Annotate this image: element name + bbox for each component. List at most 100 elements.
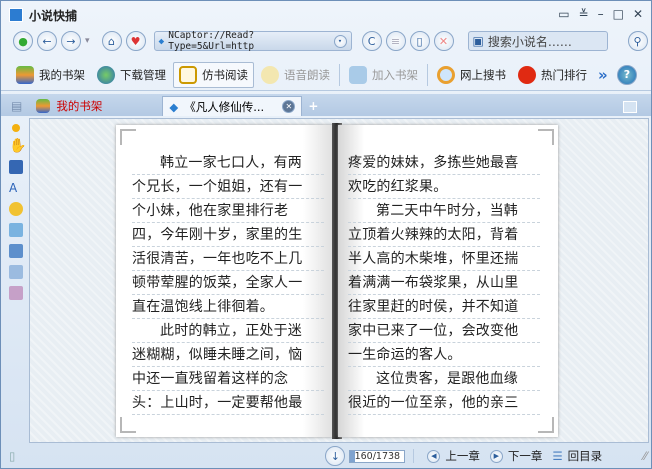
text-line: 第二天中午时分，当韩	[348, 199, 540, 223]
title-bar: 小说快捕 ▭ ≚ – □ ✕	[1, 1, 651, 29]
font-icon[interactable]: A	[9, 181, 23, 195]
bookshelf-icon	[16, 65, 34, 84]
corner-ornament	[120, 417, 136, 433]
text-line: 立顶着火辣辣的太阳，背着	[348, 223, 540, 247]
text-line: 一生命运的客人。	[348, 343, 540, 367]
export-icon[interactable]	[9, 223, 23, 237]
text-line: 欢吃的红浆果。	[348, 175, 540, 199]
label: 下载管理	[120, 67, 166, 82]
label: 我的书架	[39, 67, 85, 82]
menu-icon[interactable]: ≚	[579, 7, 589, 21]
online-search-button[interactable]: 网上搜书	[432, 63, 511, 87]
voice-reading-button[interactable]: 语音朗读	[256, 63, 335, 87]
dot-icon[interactable]	[12, 124, 20, 132]
globe-icon	[97, 65, 115, 84]
list-button[interactable]: ≡	[385, 31, 406, 51]
home-button[interactable]: ⌂	[101, 31, 122, 51]
jump-down-button[interactable]: ↓	[325, 446, 346, 466]
favorite-button[interactable]: ♥	[125, 31, 146, 51]
settings-icon[interactable]	[9, 286, 23, 300]
next-icon: ▶	[489, 449, 503, 463]
left-page-text: 韩立一家七口人，有两 个兄长，一个姐姐，还有一 个小妹，他在家里排行老 四，今年刚十岁…	[132, 151, 324, 415]
maximize-button[interactable]: □	[613, 7, 624, 21]
tab-bookshelf[interactable]: 我的书架	[30, 96, 108, 116]
text-line: 家中已来了一位，会改变他	[348, 319, 540, 343]
text-line: 顿带荤腥的饭菜，全家人一	[132, 271, 324, 295]
address-bar[interactable]: ◆ NCaptor://Read?Type=5&Url=http ▾	[153, 30, 352, 52]
help-button[interactable]: ?	[617, 64, 637, 85]
bookmark-icon[interactable]	[9, 244, 23, 258]
refresh-button[interactable]: C	[361, 31, 382, 51]
color-icon[interactable]	[9, 202, 23, 216]
app-title: 小说快捕	[29, 8, 78, 23]
forward-button[interactable]: →	[61, 31, 81, 51]
bookshelf-icon	[36, 99, 51, 113]
book-reading-button[interactable]: 仿书阅读	[173, 61, 254, 88]
text-line: 韩立一家七口人，有两	[132, 151, 324, 175]
page-icon[interactable]	[9, 265, 23, 279]
text-line: 个小妹，他在家里排行老	[132, 199, 324, 223]
resize-grip[interactable]: ⁄⁄	[643, 449, 647, 463]
tab-label: 我的书架	[56, 99, 103, 113]
download-manager-button[interactable]: 下载管理	[92, 63, 171, 87]
hand-tool-icon[interactable]: ✋	[9, 139, 26, 153]
text-line: 疼爱的妹妹，多拣些她最喜	[348, 151, 540, 175]
divider	[339, 63, 340, 86]
prev-chapter-button[interactable]: ◀ 上一章	[422, 445, 485, 467]
tab-novel[interactable]: ◆ 《凡人修仙传... ✕	[162, 96, 303, 116]
close-tab-button[interactable]: ✕	[282, 100, 296, 113]
history-dropdown-icon[interactable]: ▾	[85, 36, 90, 46]
corner-ornament	[538, 129, 554, 145]
user-icon[interactable]: ●	[13, 31, 33, 51]
sort-icon[interactable]	[9, 160, 23, 174]
text-line: 此时的韩立，正处于迷	[132, 319, 324, 343]
add-to-shelf-button[interactable]: 加入书架	[344, 63, 423, 87]
close-button[interactable]: ✕	[633, 7, 643, 21]
text-line: 四，今年刚十岁，家里的生	[132, 223, 324, 247]
book-icon: ◆	[169, 99, 179, 114]
open-book-icon	[179, 65, 197, 84]
magnifier-icon	[437, 65, 455, 84]
tab-label: 《凡人修仙传...	[184, 99, 265, 114]
right-page: 疼爱的妹妹，多拣些她最喜 欢吃的红浆果。 第二天中午时分，当韩 立顶着火辣辣的太阳，背…	[338, 125, 558, 437]
divider	[427, 63, 428, 86]
document-icon: ▯	[9, 449, 16, 463]
search-button[interactable]: ⚲	[627, 31, 648, 51]
status-bar: ▯ ↓ 160/1738 ◀ 上一章 ▶ 下一章 ☰ 回目录 ⁄⁄	[1, 444, 651, 468]
page-progress[interactable]: 160/1738	[349, 449, 406, 463]
text-line: 半人高的木柴堆，怀里还揣	[348, 247, 540, 271]
next-chapter-button[interactable]: ▶ 下一章	[485, 445, 548, 467]
text-line: 头：上山时，一定要帮他最	[132, 391, 324, 415]
toc-button[interactable]: ☰ 回目录	[547, 445, 607, 467]
back-button[interactable]: ←	[37, 31, 57, 51]
text-line: 活很清苦，一年也吃不上几	[132, 247, 324, 271]
sidebar-toggle-icon[interactable]: ▤	[11, 99, 22, 113]
hot-ranking-button[interactable]: 热门排行	[513, 63, 592, 87]
label: 语音朗读	[284, 67, 330, 82]
label: 加入书架	[372, 67, 418, 82]
label: 回目录	[567, 449, 603, 463]
stop-button[interactable]: ✕	[433, 31, 454, 51]
app-window: 小说快捕 ▭ ≚ – □ ✕ ● ← → ▾ ⌂ ♥ ◆ NCaptor://R…	[0, 0, 652, 469]
text-line: 这位贵客，是跟他血缘	[348, 367, 540, 391]
bookshelf-button[interactable]: 我的书架	[11, 63, 90, 87]
tab-bar: ▤ 我的书架 ◆ 《凡人修仙传... ✕ +	[1, 94, 651, 116]
search-input[interactable]: 搜索小说名……	[488, 33, 572, 50]
address-input[interactable]: NCaptor://Read?Type=5&Url=http	[168, 30, 329, 52]
new-page-button[interactable]: ▯	[409, 31, 430, 51]
text-line: 个兄长，一个姐姐，还有一	[132, 175, 324, 199]
add-book-icon	[349, 65, 367, 84]
corner-ornament	[120, 129, 136, 145]
window-layout-icon[interactable]	[623, 101, 637, 113]
more-button[interactable]: »	[598, 66, 608, 84]
text-line: 很近的一位至亲，他的亲三	[348, 391, 540, 415]
text-line: 迷糊糊，似睡未睡之间，恼	[132, 343, 324, 367]
bulb-icon	[261, 65, 279, 84]
search-type-icon: ▣	[472, 34, 484, 48]
address-dropdown-icon[interactable]: ▾	[333, 34, 347, 48]
feedback-icon[interactable]: ▭	[558, 7, 569, 21]
new-tab-button[interactable]: +	[308, 99, 318, 113]
left-page: 韩立一家七口人，有两 个兄长，一个姐姐，还有一 个小妹，他在家里排行老 四，今年刚十岁…	[116, 125, 336, 437]
search-box[interactable]: ▣ 搜索小说名……	[467, 31, 608, 51]
minimize-button[interactable]: –	[598, 7, 604, 21]
